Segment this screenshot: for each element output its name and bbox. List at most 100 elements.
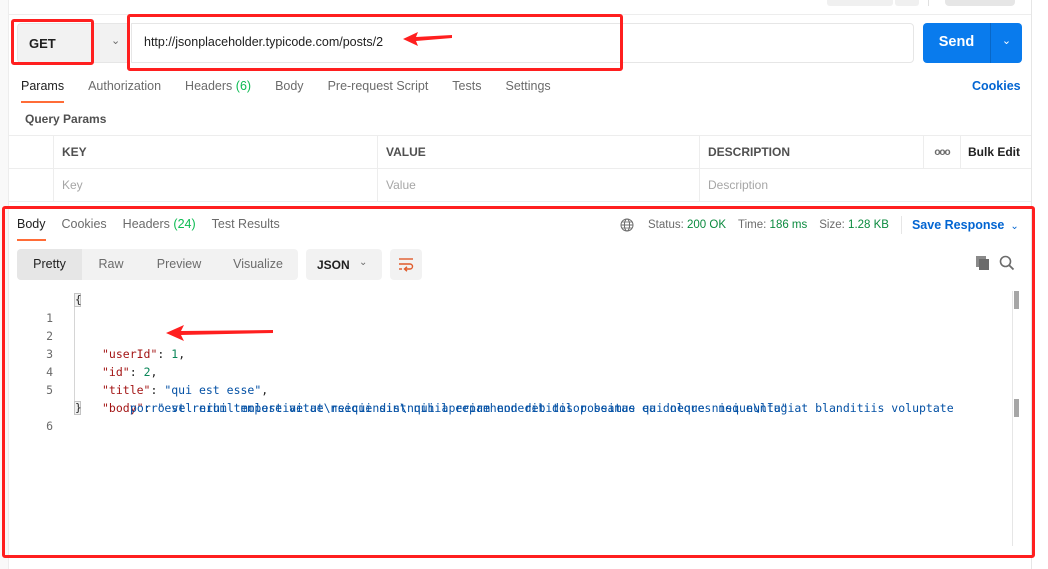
code-line: 6 } — [17, 399, 82, 433]
method-label: GET — [29, 36, 56, 51]
size-readout[interactable]: Size: 1.28 KB — [819, 219, 889, 231]
code-line: 4 "title": "qui est esse", — [17, 345, 268, 397]
send-label: Send — [938, 34, 975, 50]
code-text: "userId": 1, — [102, 347, 186, 361]
key-input[interactable]: Key — [53, 169, 377, 202]
top-toolbar-strip — [9, 0, 1031, 15]
json-key: "userId" — [102, 347, 158, 361]
cookies-link[interactable]: Cookies — [972, 79, 1021, 93]
table-header-row: KEY VALUE DESCRIPTION ooo Bulk Edit — [9, 136, 1031, 169]
fold-brace-close[interactable]: } — [74, 401, 82, 415]
tab-pre-request-script[interactable]: Pre-request Script — [328, 79, 429, 103]
save-response-button[interactable]: Save Response ⌄ — [912, 218, 1019, 232]
tab-response-headers[interactable]: Headers (24) — [123, 217, 196, 241]
json-number: 2 — [143, 365, 151, 379]
tab-authorization[interactable]: Authorization — [88, 79, 161, 103]
size-value: 1.28 KB — [848, 219, 889, 231]
response-tabs: Body Cookies Headers (24) Test Results — [17, 217, 296, 241]
json-string: "qui est esse" — [164, 383, 262, 397]
size-label: Size: — [819, 219, 845, 231]
fold-guide — [74, 300, 75, 410]
value-input[interactable]: Value — [377, 169, 699, 202]
time-label: Time: — [738, 219, 767, 231]
tab-tests[interactable]: Tests — [452, 79, 481, 103]
query-params-title: Query Params — [25, 112, 107, 126]
toolbar-toggle[interactable] — [945, 0, 1015, 6]
send-button[interactable]: Send ⌄ — [923, 23, 1022, 63]
time-readout[interactable]: Time: 186 ms — [738, 219, 807, 231]
bulk-edit-button[interactable]: Bulk Edit — [960, 136, 1031, 169]
meta-divider — [900, 216, 902, 234]
toolbar-button[interactable] — [827, 0, 893, 6]
toolbar-divider — [928, 0, 929, 6]
editor-scrollbar[interactable] — [1012, 291, 1020, 546]
column-header-value: VALUE — [377, 136, 699, 169]
json-key: "title" — [102, 383, 151, 397]
response-view-selector: Pretty Raw Preview Visualize — [17, 249, 298, 280]
save-response-label: Save Response — [911, 218, 1005, 232]
chevron-down-icon: ⌄ — [111, 35, 121, 47]
tab-label: Headers — [185, 79, 233, 93]
method-select[interactable]: GET ⌄ — [17, 23, 130, 63]
view-visualize[interactable]: Visualize — [218, 249, 298, 280]
tab-label: Params — [21, 79, 65, 93]
query-params-table: KEY VALUE DESCRIPTION ooo Bulk Edit Key … — [9, 135, 1031, 202]
left-sidebar-edge — [0, 0, 9, 569]
url-input[interactable] — [144, 35, 844, 49]
chevron-down-icon: ⌄ — [359, 257, 368, 268]
tab-settings[interactable]: Settings — [505, 79, 550, 103]
format-select[interactable]: JSON ⌄ — [306, 249, 382, 280]
column-header-key: KEY — [53, 136, 377, 169]
tab-label: Cookies — [61, 217, 107, 231]
tab-response-body[interactable]: Body — [17, 217, 46, 241]
status-readout[interactable]: Status: 200 OK — [648, 219, 726, 231]
scrollbar-thumb[interactable] — [1014, 291, 1019, 309]
column-header-description: DESCRIPTION — [699, 136, 923, 169]
toolbar-button[interactable] — [895, 0, 919, 6]
code-text: "title": "qui est esse", — [102, 383, 269, 397]
code-line: 2 "userId": 1, — [17, 309, 185, 361]
chevron-down-icon[interactable]: ⌄ — [991, 34, 1022, 47]
search-icon[interactable] — [999, 255, 1015, 271]
response-meta: Status: 200 OK Time: 186 ms Size: 1.28 K… — [620, 216, 1019, 234]
json-key: "id" — [102, 365, 130, 379]
fold-brace-open[interactable]: { — [74, 293, 82, 307]
tab-label: Headers — [122, 217, 170, 231]
time-value: 186 ms — [769, 219, 808, 231]
wrap-lines-icon — [399, 258, 414, 272]
chevron-down-icon: ⌄ — [1010, 221, 1019, 232]
code-line: 5 "body": "est rerum tempore vitae\nsequ… — [17, 363, 954, 415]
tab-label: Body — [275, 79, 304, 93]
wrap-lines-button[interactable] — [390, 249, 422, 280]
tab-label: Tests — [452, 79, 482, 93]
globe-icon[interactable] — [620, 218, 634, 232]
copy-icon[interactable] — [975, 255, 991, 271]
format-label: JSON — [317, 258, 350, 272]
right-sidebar-edge — [1031, 0, 1048, 569]
status-label: Status: — [648, 219, 684, 231]
tab-label: Body — [17, 217, 46, 231]
url-field-wrapper — [131, 23, 914, 63]
code-text: porro vel nihil molestiae ut reiciendis\… — [130, 399, 788, 417]
code-line-wrapped: porro vel nihil molestiae ut reiciendis\… — [17, 381, 788, 415]
headers-count: (6) — [235, 79, 252, 93]
response-body-editor[interactable]: 1 { 2 "userId": 1, 3 "id": 2, 4 "title":… — [17, 291, 1012, 546]
tab-label: Pre-request Script — [327, 79, 429, 93]
request-tabs: Params Authorization Headers (6) Body Pr… — [21, 79, 575, 103]
view-preview[interactable]: Preview — [140, 249, 218, 280]
headers-count: (24) — [173, 217, 196, 231]
tab-body[interactable]: Body — [275, 79, 304, 103]
view-raw[interactable]: Raw — [82, 249, 140, 280]
tab-test-results[interactable]: Test Results — [212, 217, 280, 241]
json-string-continued: porro vel nihil molestiae ut reiciendis\… — [130, 401, 788, 415]
more-options-icon[interactable]: ooo — [923, 136, 960, 169]
code-text: "id": 2, — [102, 365, 158, 379]
tab-response-cookies[interactable]: Cookies — [62, 217, 107, 241]
description-input[interactable]: Description — [699, 169, 923, 202]
scrollbar-thumb[interactable] — [1014, 399, 1019, 417]
tab-label: Test Results — [211, 217, 280, 231]
tab-params[interactable]: Params — [21, 79, 65, 103]
view-pretty[interactable]: Pretty — [17, 249, 82, 280]
tab-headers[interactable]: Headers (6) — [185, 79, 251, 103]
tab-label: Authorization — [88, 79, 162, 93]
